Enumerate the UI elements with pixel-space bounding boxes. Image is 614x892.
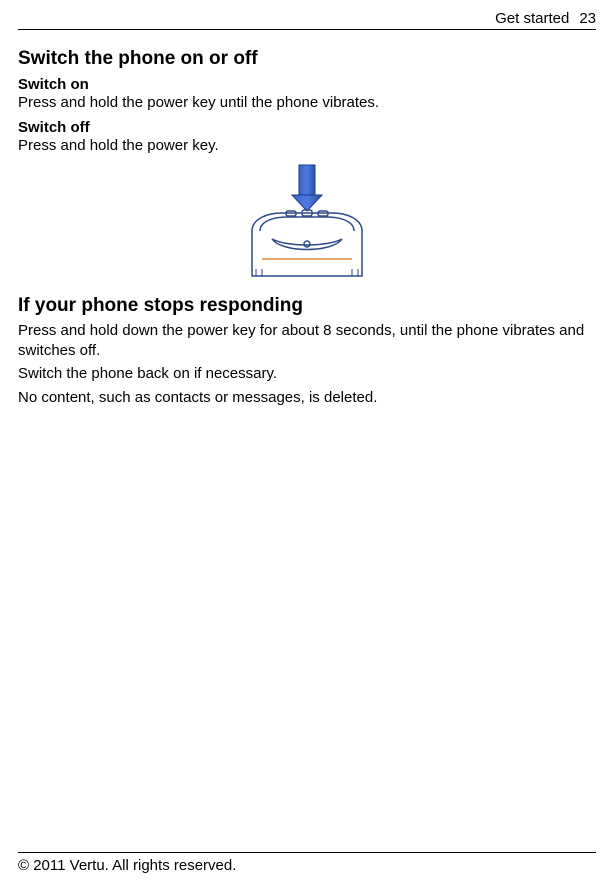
phone-power-key-illustration-icon (232, 161, 382, 281)
page-content: Switch the phone on or off Switch on Pre… (18, 30, 596, 407)
text-stops-responding-1: Press and hold down the power key for ab… (18, 321, 596, 360)
subheading-switch-off: Switch off (18, 119, 596, 136)
subheading-switch-on: Switch on (18, 76, 596, 93)
text-switch-off: Press and hold the power key. (18, 136, 596, 156)
text-stops-responding-3: No content, such as contacts or messages… (18, 388, 596, 408)
page-footer: © 2011 Vertu. All rights reserved. (18, 852, 596, 874)
header-page-number: 23 (579, 10, 596, 27)
header-section-name: Get started (495, 10, 569, 27)
heading-switch-phone: Switch the phone on or off (18, 48, 596, 70)
text-switch-on: Press and hold the power key until the p… (18, 93, 596, 113)
copyright-text: © 2011 Vertu. All rights reserved. (18, 857, 236, 874)
heading-phone-stops-responding: If your phone stops responding (18, 295, 596, 317)
page-header: Get started 23 (18, 10, 596, 30)
text-stops-responding-2: Switch the phone back on if necessary. (18, 364, 596, 384)
illustration-container (18, 161, 596, 281)
